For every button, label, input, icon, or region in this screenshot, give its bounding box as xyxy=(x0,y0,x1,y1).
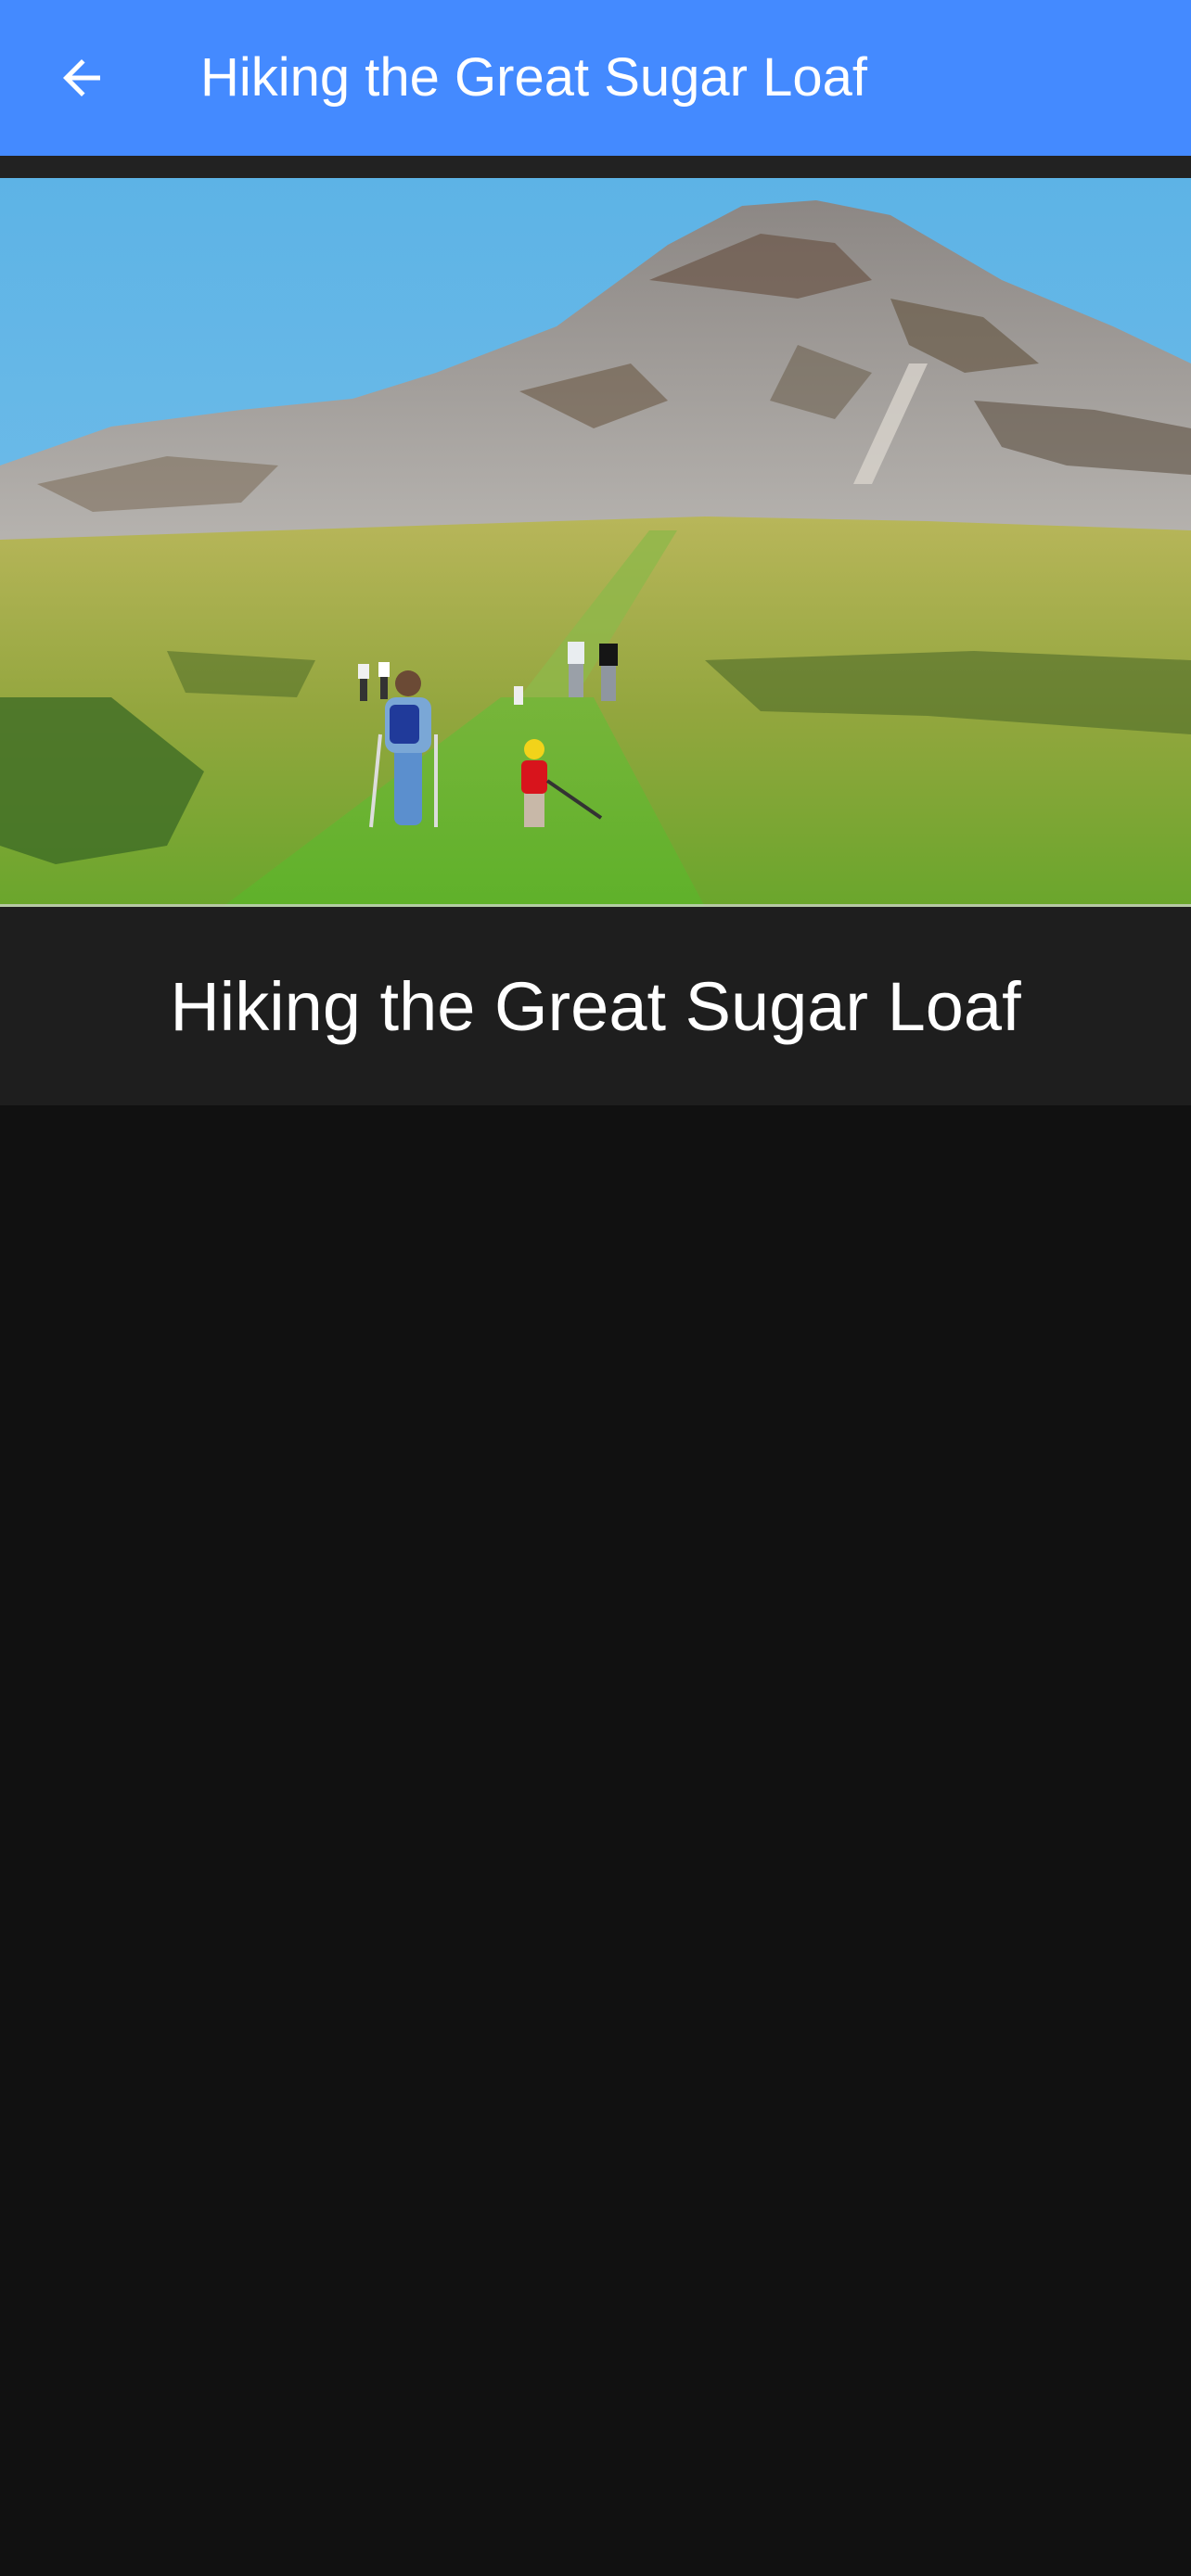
caption-area: Hiking the Great Sugar Loaf xyxy=(0,907,1191,1105)
hero-image xyxy=(0,178,1191,907)
page-title: Hiking the Great Sugar Loaf xyxy=(200,47,867,108)
back-button[interactable] xyxy=(37,33,126,122)
divider xyxy=(0,156,1191,178)
app-bar: Hiking the Great Sugar Loaf xyxy=(0,0,1191,156)
arrow-back-icon xyxy=(63,59,100,96)
app-screen: Hiking the Great Sugar Loaf Hiking the G… xyxy=(0,0,1191,2576)
hike-title: Hiking the Great Sugar Loaf xyxy=(170,967,1021,1045)
